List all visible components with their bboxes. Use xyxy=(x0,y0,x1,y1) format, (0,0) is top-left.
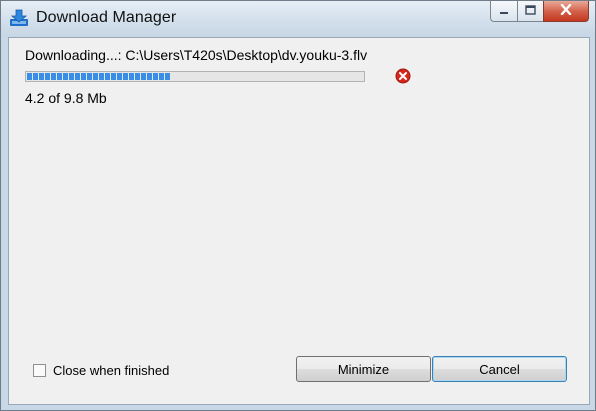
caption-buttons xyxy=(490,1,589,23)
download-manager-window: Download Manager Downloading...: C:\User… xyxy=(0,0,596,411)
close-when-finished-label[interactable]: Close when finished xyxy=(53,363,169,378)
close-icon xyxy=(560,2,572,20)
close-when-finished-checkbox[interactable] xyxy=(33,364,46,377)
title-bar[interactable]: Download Manager xyxy=(1,1,595,37)
minimize-window-button[interactable] xyxy=(490,1,517,22)
maximize-icon xyxy=(525,2,536,20)
download-progress-fill xyxy=(27,73,171,80)
window-title: Download Manager xyxy=(36,9,177,26)
maximize-window-button[interactable] xyxy=(517,1,543,22)
download-status-text: Downloading...: C:\Users\T420s\Desktop\d… xyxy=(25,47,368,63)
close-when-finished-option[interactable]: Close when finished xyxy=(33,363,169,378)
minimize-button[interactable]: Minimize xyxy=(296,356,431,382)
dialog-body: Downloading...: C:\Users\T420s\Desktop\d… xyxy=(8,37,590,405)
close-window-button[interactable] xyxy=(543,1,589,22)
download-size-text: 4.2 of 9.8 Mb xyxy=(25,90,107,106)
minimize-icon xyxy=(499,2,509,20)
download-progress-bar xyxy=(25,71,365,82)
download-arrow-icon xyxy=(9,9,29,27)
cancel-x-icon[interactable] xyxy=(395,68,411,84)
cancel-button[interactable]: Cancel xyxy=(432,356,567,382)
